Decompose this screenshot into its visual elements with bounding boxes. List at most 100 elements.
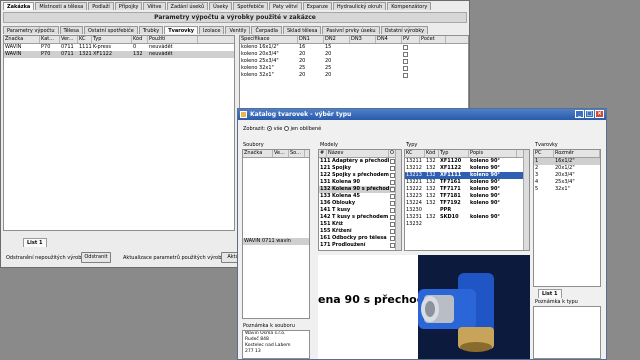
tab-top-3[interactable]: Přípojky [114,2,143,10]
column-header[interactable]: KC [405,150,425,157]
types-scrollbar[interactable] [523,150,529,250]
type-row[interactable]: 13223 132 TF7181 koleno 90° [405,193,529,200]
table-row[interactable]: 4 25x3/4" [534,179,600,186]
table-row[interactable]: 2 20x1/2" [534,165,600,172]
column-header[interactable]: Název [327,150,389,157]
column-header[interactable]: DN4 [376,36,402,43]
tab-top-8[interactable]: Paty větví [268,2,302,10]
model-row[interactable]: 121 Spojky [319,165,401,172]
type-row[interactable]: 13230 PPR [405,207,529,214]
tab-sub-3[interactable]: Trubky [138,26,164,34]
remove-button[interactable]: Odstranit [81,252,111,263]
type-row[interactable]: 13224 132 TF7192 koleno 90° [405,200,529,207]
table-row[interactable]: 1 16x1/2" [534,158,600,165]
column-header[interactable]: DN2 [324,36,350,43]
table-row[interactable]: koleno 16x1/2" 16 15 [240,44,468,51]
table-row[interactable]: 5 32x1" [534,186,600,193]
tab-sub-10[interactable]: Ostatní výrobky [380,26,429,34]
close-icon[interactable]: × [595,110,604,118]
model-row[interactable]: 141 T kusy [319,207,401,214]
column-header[interactable]: So... [289,150,305,157]
tab-sub-0[interactable]: Parametry výpočtu [3,26,59,34]
tab-sub-5[interactable]: Izolace [199,26,225,34]
column-header[interactable]: DN3 [350,36,376,43]
type-row[interactable]: 13213 132 XF1111 koleno 90° [405,172,529,179]
table-row[interactable]: koleno 32x1" 20 20 [240,72,468,79]
tab-sub-2[interactable]: Ostatní spotřebiče [83,26,138,34]
table-row[interactable]: koleno 20x3/4" 20 20 [240,51,468,58]
tab-sub-8[interactable]: Sklad tělesa [282,26,322,34]
tab-top-11[interactable]: Kompenzátory [387,2,432,10]
tab-top-10[interactable]: Hydraulický okruh [332,2,387,10]
tab-top-5[interactable]: Zadání úseků [166,2,209,10]
type-row[interactable]: 13232 [405,221,529,228]
column-header[interactable]: Kód [425,150,439,157]
tab-top-0[interactable]: Zakázka [3,2,35,10]
radio-all[interactable] [267,126,273,131]
minimize-icon[interactable]: _ [575,110,584,118]
model-row[interactable]: 111 Adaptéry a přechodky [319,158,401,165]
column-header[interactable]: Kat... [40,36,60,43]
model-row[interactable]: 122 Spojky s přechodem [319,172,401,179]
column-header[interactable]: Kód [132,36,148,43]
table-row[interactable]: koleno 32x1" 25 25 [240,65,468,72]
column-header[interactable]: Značka [243,150,273,157]
column-header[interactable]: Použití [148,36,198,43]
column-header[interactable]: DN1 [298,36,324,43]
tab-sub-6[interactable]: Ventily [225,26,251,34]
tab-sub-9[interactable]: Pasivní prvky úseku [322,26,380,34]
type-row[interactable]: 13211 132 XF1120 koleno 90° [405,158,529,165]
type-row[interactable]: 13212 132 XF1122 koleno 90° [405,165,529,172]
tab-top-6[interactable]: Úseky [209,2,233,10]
column-header[interactable]: Rozměr [554,150,600,157]
table-row[interactable]: WAVIN P70 0711 11110K-press 0 neuvádět [4,44,234,51]
source-row-selected[interactable]: WAVIN 0711 wavin [243,238,309,245]
pv-checkbox[interactable] [403,45,408,50]
tab-top-4[interactable]: Větve [143,2,166,10]
column-header[interactable]: PV [402,36,420,43]
column-header[interactable]: PC [534,150,554,157]
model-row[interactable]: 132Kolena 90 s přechodem [319,186,401,193]
column-header[interactable]: KC [78,36,92,43]
pv-checkbox[interactable] [403,52,408,57]
pv-checkbox[interactable] [403,73,408,78]
pv-checkbox[interactable] [403,59,408,64]
model-row[interactable]: 142 T kusy s přechodem [319,214,401,221]
tab-catalog-list-1[interactable]: List 1 [538,289,562,298]
column-header[interactable]: Popis [469,150,517,157]
pv-checkbox[interactable] [403,66,408,71]
table-row[interactable]: koleno 25x3/4" 20 20 [240,58,468,65]
column-header[interactable]: Ver... [60,36,78,43]
type-row[interactable]: 13222 132 TF7171 koleno 90° [405,186,529,193]
model-row[interactable]: 136 Oblouky [319,200,401,207]
radio-favorites[interactable] [283,126,289,131]
maximize-icon[interactable]: □ [585,110,594,118]
column-header[interactable]: Počet [420,36,446,43]
tab-top-2[interactable]: Podlaží [88,2,114,10]
model-row[interactable]: 151 Kříž [319,221,401,228]
tab-top-7[interactable]: Spotřebiče [233,2,268,10]
type-row[interactable]: 13221 132 TF7161 koleno 90° [405,179,529,186]
note-fitting-box[interactable] [533,306,601,359]
model-row[interactable]: 131 Kolena 90 [319,179,401,186]
column-header[interactable]: Ve... [273,150,289,157]
model-row[interactable]: 155 Křížení [319,228,401,235]
table-row[interactable]: WAVIN P70 0711 13212XF1122 132 neuvádět [4,51,234,58]
model-row[interactable]: 161 Odbočky pro tělesa [319,235,401,242]
column-header[interactable]: Specifikace [240,36,298,43]
tab-top-1[interactable]: Místnosti a tělesa [35,2,88,10]
type-row[interactable]: 13231 132 SKD10 koleno 90° [405,214,529,221]
column-header[interactable]: Značka [4,36,40,43]
tab-sub-7[interactable]: Čerpadla [251,26,282,34]
tab-list-1[interactable]: List 1 [23,238,47,247]
tab-sub-1[interactable]: Tělesa [59,26,83,34]
tab-sub-4[interactable]: Tvarovky [164,26,199,34]
column-header[interactable]: # [319,150,327,157]
models-scrollbar[interactable] [395,150,401,250]
model-row[interactable]: 171 Prodloužení [319,242,401,249]
table-row[interactable]: 3 20x3/4" [534,172,600,179]
column-header[interactable]: Typ [92,36,132,43]
tab-top-9[interactable]: Expanze [302,2,332,10]
model-row[interactable]: 133 Kolena 45 [319,193,401,200]
column-header[interactable]: Typ [439,150,469,157]
